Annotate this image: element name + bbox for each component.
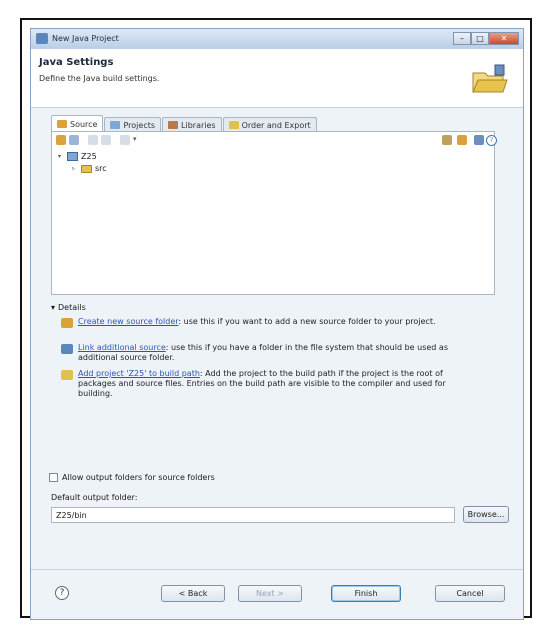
help-icon[interactable]: ?	[486, 135, 497, 146]
browse-button[interactable]: Browse...	[463, 506, 509, 523]
tab-order-and-export[interactable]: Order and Export	[222, 117, 317, 132]
link-source-icon	[61, 344, 73, 354]
tab-label: Projects	[123, 120, 156, 130]
source-folder-icon	[57, 120, 67, 128]
collapse-icon[interactable]	[474, 135, 484, 145]
eclipse-app-icon	[36, 33, 48, 44]
window-title: New Java Project	[52, 34, 119, 43]
link-folder-icon[interactable]	[69, 135, 79, 145]
page-description: Define the Java build settings.	[39, 74, 160, 83]
java-project-icon	[67, 152, 78, 161]
add-project-build-path-link[interactable]: Add project 'Z25' to build path	[78, 369, 200, 378]
dropdown-icon[interactable]: ▾	[133, 135, 141, 145]
tab-label: Source	[70, 119, 98, 129]
toolbar-action-icon[interactable]	[442, 135, 452, 145]
add-folder-icon[interactable]	[56, 135, 66, 145]
project-name: Z25	[81, 152, 97, 161]
close-button[interactable]: ✕	[489, 32, 519, 45]
java-project-banner-icon	[472, 64, 508, 93]
remove-icon[interactable]	[101, 135, 111, 145]
page-title: Java Settings	[39, 57, 114, 68]
new-java-project-dialog: New Java Project – □ ✕ Java Settings Def…	[30, 28, 524, 620]
source-tree: ▾ Z25 ▹ src	[56, 152, 490, 290]
add-build-path-icon	[61, 370, 73, 380]
back-button[interactable]: < Back	[161, 585, 225, 602]
maximize-button[interactable]: □	[471, 32, 489, 45]
projects-icon	[110, 121, 121, 129]
folder-name: src	[95, 164, 107, 173]
detail-link-additional-source: Link additional source: use this if you …	[61, 343, 481, 363]
output-folder-label: Default output folder:	[51, 493, 138, 502]
tree-node-src[interactable]: ▹ src	[72, 164, 107, 173]
help-button[interactable]: ?	[55, 586, 69, 600]
collapse-arrow-icon[interactable]: ▹	[72, 165, 78, 172]
tab-projects[interactable]: Projects	[104, 117, 162, 132]
order-export-icon	[228, 121, 239, 129]
source-toolbar: ▾ ?	[54, 134, 497, 148]
finish-button[interactable]: Finish	[331, 585, 401, 602]
expand-icon[interactable]: ▾	[58, 153, 64, 160]
details-header[interactable]: ▾ Details	[51, 303, 86, 312]
new-source-folder-icon	[61, 318, 73, 328]
source-tab-content: ▾ ? ▾ Z25 ▹ src	[51, 131, 497, 295]
libraries-icon	[168, 121, 179, 129]
checkbox-label: Allow output folders for source folders	[62, 473, 215, 482]
new-folder-icon[interactable]	[457, 135, 467, 145]
link-additional-source-link[interactable]: Link additional source	[78, 343, 166, 352]
create-source-folder-link[interactable]: Create new source folder	[78, 317, 178, 326]
detail-add-project-build-path: Add project 'Z25' to build path: Add the…	[61, 369, 481, 399]
edit-icon[interactable]	[88, 135, 98, 145]
tab-libraries[interactable]: Libraries	[162, 117, 222, 132]
details-heading: Details	[58, 303, 86, 312]
allow-output-folders-checkbox[interactable]: Allow output folders for source folders	[49, 473, 215, 482]
tab-strip: Source Projects Libraries Order and Expo…	[51, 115, 318, 132]
wizard-header: Java Settings Define the Java build sett…	[31, 49, 523, 108]
tab-label: Order and Export	[241, 120, 311, 130]
cancel-button[interactable]: Cancel	[435, 585, 505, 602]
title-bar: New Java Project – □ ✕	[31, 29, 523, 50]
checkbox-box[interactable]	[49, 473, 58, 482]
tab-label: Libraries	[181, 120, 216, 130]
minimize-button[interactable]: –	[453, 32, 471, 45]
details-toggle-icon[interactable]: ▾	[51, 303, 55, 312]
package-folder-icon	[81, 164, 92, 173]
tree-node-project[interactable]: ▾ Z25	[58, 152, 97, 161]
window-controls: – □ ✕	[453, 32, 519, 46]
detail-text: : use this if you want to add a new sour…	[178, 317, 436, 326]
settings-panel: Source Projects Libraries Order and Expo…	[43, 115, 511, 555]
configure-icon[interactable]	[120, 135, 130, 145]
output-folder-input[interactable]: Z25/bin	[51, 507, 455, 523]
next-button[interactable]: Next >	[238, 585, 302, 602]
tab-source[interactable]: Source	[51, 115, 104, 132]
button-bar-separator	[31, 569, 523, 570]
detail-create-source-folder: Create new source folder: use this if yo…	[61, 317, 481, 328]
